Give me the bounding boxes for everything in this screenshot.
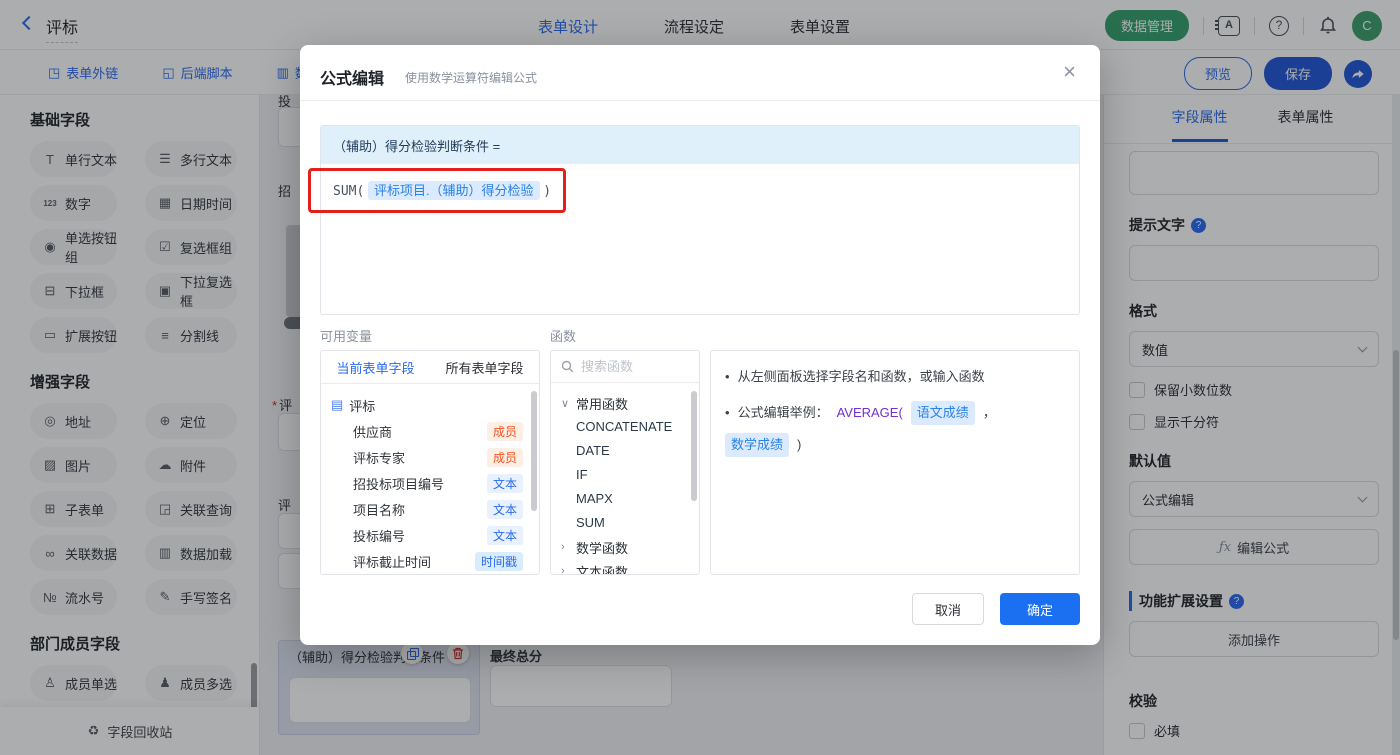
functions-panel: ∨ 常用函数 CONCATENATE DATE IF MAPX SUM › 数学函数… [550,350,700,575]
confirm-button[interactable]: 确定 [1000,593,1080,625]
example-function: AVERAGE( [836,405,903,420]
chevron-right-icon: › [561,541,565,553]
function-search[interactable] [551,351,699,383]
field-type-badge: 成员 [486,421,523,441]
formula-variable-chip[interactable]: 评标项目.（辅助）得分检验 [367,181,540,200]
document-icon: ▤ [331,397,344,412]
function-group-text[interactable]: › 文本函数 [561,559,699,575]
variable-name: 投标编号 [353,528,406,544]
bullet: • [725,405,730,420]
variables-panel: 当前表单字段 所有表单字段 ▤ 评标 供应商 成员 评标专家 成员 招投标项目编号 文本… [320,350,540,575]
formula-editor[interactable]: （辅助）得分检验判断条件 = SUM( 评标项目.（辅助）得分检验 ) [320,125,1080,315]
formula-help-panel: • 从左侧面板选择字段名和函数，或输入函数 • 公式编辑举例： AVERAGE( … [710,350,1080,575]
function-item[interactable]: DATE [561,439,699,463]
function-group-common[interactable]: ∨ 常用函数 [561,391,699,415]
function-group-math[interactable]: › 数学函数 [561,535,699,559]
modal-subtitle: 使用数学运算符编辑公式 [405,71,538,85]
variable-row[interactable]: 项目名称 文本 [331,496,533,522]
modal-title: 公式编辑 [320,71,385,88]
variable-row[interactable]: 招投标项目编号 文本 [331,470,533,496]
function-item[interactable]: MAPX [561,487,699,511]
functions-label: 函数 [550,329,577,344]
variable-row[interactable]: 评标专家 成员 [331,444,533,470]
group-label: 文本函数 [576,564,629,575]
chevron-down-icon: ∨ [561,397,570,410]
formula-expression[interactable]: SUM( 评标项目.（辅助）得分检验 ) [321,164,1079,215]
variables-label: 可用变量 [320,329,373,344]
example-chip-1: 语文成绩 [910,401,975,425]
variable-row[interactable]: 评标截止时间 时间戳 [331,548,533,574]
field-type-badge: 文本 [486,499,523,519]
field-type-badge: 成员 [486,447,523,467]
field-type-badge: 文本 [486,525,523,545]
example-comma: ， [982,405,996,420]
variable-root[interactable]: ▤ 评标 [331,392,533,418]
field-type-badge: 文本 [486,473,523,493]
formula-edit-modal: 公式编辑 使用数学运算符编辑公式 × （辅助）得分检验判断条件 = SUM( 评… [300,45,1100,645]
group-label: 数学函数 [576,540,629,556]
variable-row[interactable]: 投标编号 文本 [331,522,533,548]
variable-name: 招投标项目编号 [353,476,445,492]
help-tip-2-prefix: 公式编辑举例： [737,405,829,420]
example-chip-2: 数学成绩 [725,433,790,457]
functions-scrollbar[interactable] [691,391,697,501]
search-icon [561,360,574,373]
variable-row[interactable]: 供应商 成员 [331,418,533,444]
bullet: • [725,369,730,384]
variables-scrollbar[interactable] [531,391,537,511]
help-tip-1: 从左侧面板选择字段名和函数，或输入函数 [737,369,985,384]
formula-target: （辅助）得分检验判断条件 = [321,126,1079,164]
variable-name: 项目名称 [353,502,406,518]
divider [300,100,1100,101]
function-item[interactable]: IF [561,463,699,487]
close-icon[interactable]: × [1063,59,1076,85]
variable-root-label: 评标 [349,398,376,414]
field-type-badge: 时间戳 [474,551,523,571]
function-item[interactable]: CONCATENATE [561,415,699,439]
tab-current-form-fields[interactable]: 当前表单字段 [336,358,414,377]
chevron-right-icon: › [561,565,565,575]
variable-name: 供应商 [353,424,393,440]
example-close-paren: ) [797,437,802,452]
function-search-input[interactable] [581,359,681,374]
cancel-button[interactable]: 取消 [912,593,984,625]
variable-name: 评标专家 [353,450,406,466]
tab-all-form-fields[interactable]: 所有表单字段 [445,358,523,377]
group-label: 常用函数 [576,396,629,412]
formula-close-paren: ) [543,184,552,199]
function-item[interactable]: SUM [561,511,699,535]
variable-name: 评标截止时间 [353,554,432,570]
formula-function: SUM( [333,184,365,199]
